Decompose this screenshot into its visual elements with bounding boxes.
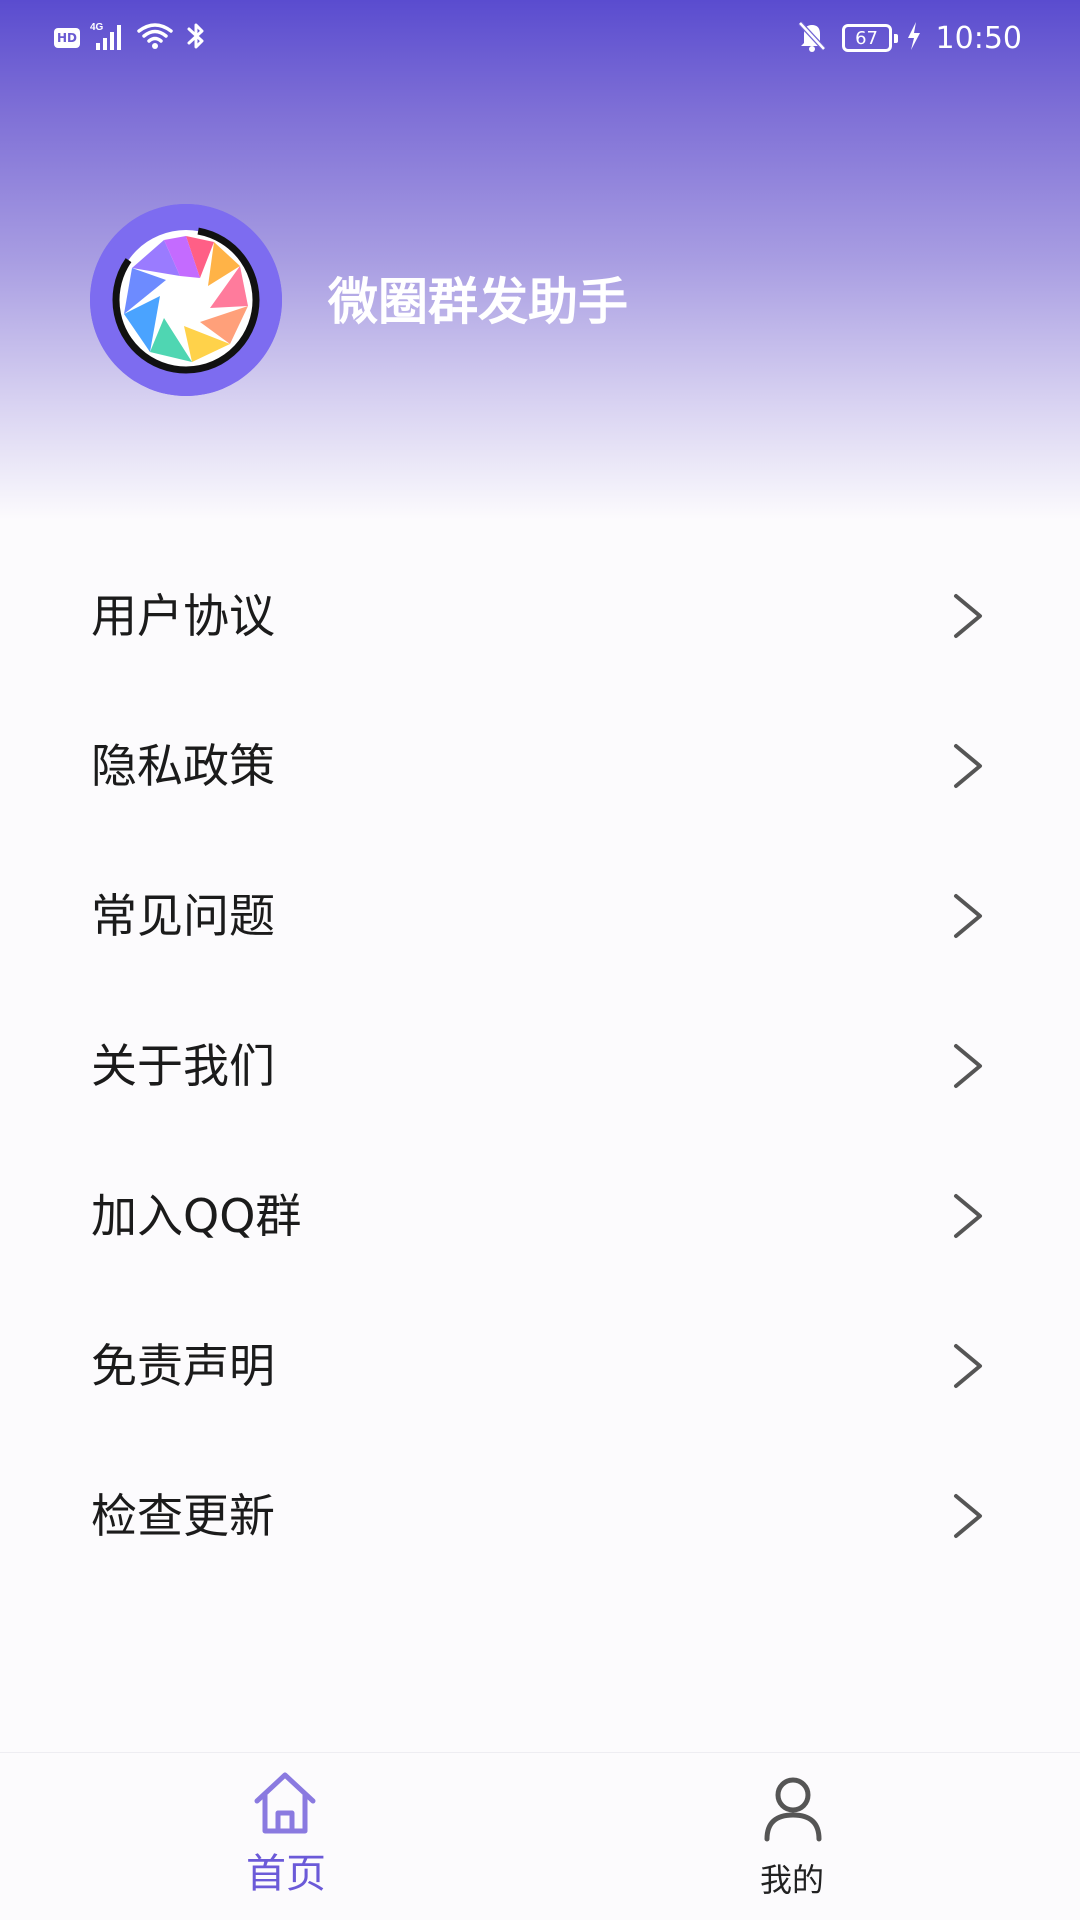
tab-label: 首页 bbox=[246, 1851, 326, 1897]
menu-item-faq[interactable]: 常见问题 bbox=[0, 840, 1080, 990]
menu-item-label: 关于我们 bbox=[91, 1039, 275, 1093]
chevron-right-icon bbox=[954, 594, 982, 638]
status-left: HD 4G bbox=[54, 18, 208, 58]
chevron-right-icon bbox=[954, 1344, 982, 1388]
app-title: 微圈群发助手 bbox=[328, 273, 628, 331]
settings-menu: 用户协议 隐私政策 常见问题 关于我们 加入QQ群 免责声明 检查更新 bbox=[0, 540, 1080, 1590]
bluetooth-icon bbox=[184, 20, 208, 56]
status-bar: HD 4G 67 10:50 bbox=[0, 0, 1080, 78]
chevron-right-icon bbox=[954, 894, 982, 938]
menu-item-label: 检查更新 bbox=[91, 1489, 275, 1543]
tab-label: 我的 bbox=[759, 1861, 824, 1899]
charging-icon bbox=[906, 21, 922, 55]
chevron-right-icon bbox=[954, 744, 982, 788]
menu-item-disclaimer[interactable]: 免责声明 bbox=[0, 1290, 1080, 1440]
network-type: 4G bbox=[90, 22, 104, 33]
settings-screen: HD 4G 67 10:50 微圈群发助手 用户协议 隐私政策 常见问题 关于我… bbox=[0, 0, 1080, 1920]
wifi-icon bbox=[136, 21, 174, 55]
tab-home[interactable]: 首页 bbox=[0, 1753, 540, 1920]
menu-item-label: 隐私政策 bbox=[91, 739, 275, 793]
status-time: 10:50 bbox=[935, 20, 1022, 56]
home-icon bbox=[254, 1772, 316, 1834]
menu-item-about-us[interactable]: 关于我们 bbox=[0, 990, 1080, 1140]
tab-mine[interactable]: 我的 bbox=[540, 1753, 1080, 1920]
signal-icon: 4G bbox=[90, 21, 126, 55]
hd-icon: HD bbox=[54, 28, 80, 48]
battery-icon: 67 bbox=[841, 24, 898, 52]
app-logo bbox=[90, 204, 282, 396]
menu-item-user-agreement[interactable]: 用户协议 bbox=[0, 540, 1080, 690]
mute-bell-icon bbox=[796, 19, 828, 57]
menu-item-join-qq-group[interactable]: 加入QQ群 bbox=[0, 1140, 1080, 1290]
menu-item-check-update[interactable]: 检查更新 bbox=[0, 1440, 1080, 1590]
menu-item-label: 常见问题 bbox=[91, 889, 275, 943]
user-icon bbox=[764, 1777, 822, 1842]
menu-item-label: 加入QQ群 bbox=[91, 1189, 302, 1243]
bottom-tab-bar: 首页 我的 bbox=[0, 1752, 1080, 1920]
menu-item-privacy-policy[interactable]: 隐私政策 bbox=[0, 690, 1080, 840]
status-right: 67 10:50 bbox=[796, 14, 1022, 62]
chevron-right-icon bbox=[954, 1044, 982, 1088]
chevron-right-icon bbox=[954, 1194, 982, 1238]
chevron-right-icon bbox=[954, 1494, 982, 1538]
menu-item-label: 免责声明 bbox=[91, 1339, 275, 1393]
camera-shutter-logo bbox=[90, 204, 282, 396]
menu-item-label: 用户协议 bbox=[91, 589, 275, 643]
